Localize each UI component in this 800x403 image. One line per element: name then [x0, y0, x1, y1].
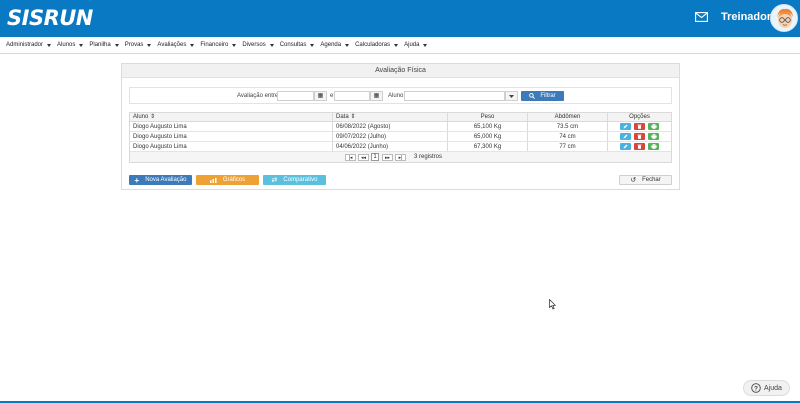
table-row: Diogo Augusto Lima 06/08/2022 (Agosto) 6… [130, 122, 671, 132]
caret-down-icon [114, 43, 119, 47]
column-header-data[interactable]: Data ⇕ [333, 113, 448, 121]
table-row: Diogo Augusto Lima 09/07/2022 (Julho) 65… [130, 132, 671, 142]
date-and-label: e [330, 93, 334, 99]
column-header-abdomen: Abdômen [528, 113, 608, 121]
charts-button[interactable]: Gráficos [196, 175, 259, 185]
edit-icon[interactable] [620, 123, 631, 130]
menu-calculadoras[interactable]: Calculadoras [355, 42, 399, 48]
student-label: Aluno [388, 93, 404, 99]
menu-ajuda[interactable]: Ajuda [404, 42, 428, 48]
menu-diversos[interactable]: Diversos [242, 42, 274, 48]
menu-administrador[interactable]: Administrador [6, 42, 52, 48]
cell-data: 09/07/2022 (Julho) [333, 132, 448, 141]
print-icon[interactable] [648, 143, 659, 150]
calendar-icon[interactable]: ▦ [370, 91, 383, 101]
user-name[interactable]: Treinador [721, 11, 771, 23]
print-icon[interactable] [648, 123, 659, 130]
caret-down-icon [190, 43, 195, 47]
menu-consultas[interactable]: Consultas [280, 42, 315, 48]
menu-provas[interactable]: Provas [125, 42, 152, 48]
main-menu: Administrador Alunos Planilha Provas Ava… [0, 37, 800, 54]
column-header-aluno[interactable]: Aluno ⇕ [130, 113, 333, 121]
sort-icon: ⇕ [350, 114, 356, 120]
last-page-icon[interactable]: ▸| [395, 153, 406, 161]
cell-peso: 65,100 Kg [448, 122, 528, 131]
page-title: Avaliação Física [122, 64, 679, 78]
sort-icon: ⇕ [150, 114, 156, 120]
logo-text: SISRUN [7, 6, 93, 30]
next-page-icon[interactable]: ▸▸ [382, 153, 393, 161]
trash-icon[interactable] [634, 133, 645, 140]
search-icon [529, 93, 536, 99]
filter-button[interactable]: Filtrar [521, 91, 564, 101]
menu-alunos[interactable]: Alunos [57, 42, 84, 48]
avatar[interactable] [770, 4, 798, 32]
calendar-icon[interactable]: ▦ [314, 91, 327, 101]
caret-down-icon [310, 43, 315, 47]
caret-down-icon [47, 43, 52, 47]
shuffle-icon: ⇄ [271, 177, 278, 184]
caret-down-icon [423, 43, 428, 47]
cell-opcoes [608, 132, 671, 141]
svg-text:?: ? [754, 385, 758, 392]
edit-icon[interactable] [620, 133, 631, 140]
first-page-icon[interactable]: |◂ [345, 153, 356, 161]
date-from-input[interactable] [277, 91, 314, 101]
cell-abdomen: 77 cm [528, 142, 608, 151]
top-bar: SISRUN Treinador [0, 0, 800, 37]
column-header-peso: Peso [448, 113, 528, 121]
menu-agenda[interactable]: Agenda [320, 42, 350, 48]
table-row: Diogo Augusto Lima 04/06/2022 (Junho) 67… [130, 142, 671, 152]
menu-planilha[interactable]: Planilha [89, 42, 119, 48]
cell-opcoes [608, 142, 671, 151]
mouse-cursor-icon [549, 299, 556, 310]
cell-opcoes [608, 122, 671, 131]
date-to-input[interactable] [334, 91, 370, 101]
table-header: Aluno ⇕ Data ⇕ Peso Abdômen Opções [130, 113, 671, 122]
prev-page-icon[interactable]: ◂◂ [358, 153, 369, 161]
column-header-opcoes: Opções [629, 113, 650, 120]
sisrun-logo[interactable]: SISRUN [7, 6, 93, 30]
caret-down-icon [345, 43, 350, 47]
cell-abdomen: 74 cm [528, 132, 608, 141]
undo-icon: ↺ [630, 177, 637, 184]
cell-abdomen: 73.5 cm [528, 122, 608, 131]
avaliacao-panel: Avaliação Física Avaliação entre ▦ e ▦ A… [121, 63, 680, 190]
cell-aluno: Diogo Augusto Lima [130, 122, 333, 131]
pagination: |◂ ◂◂ 1 ▸▸ ▸| 3 registros [130, 152, 671, 162]
record-count: 3 registros [414, 154, 443, 160]
cell-data: 04/06/2022 (Junho) [333, 142, 448, 151]
edit-icon[interactable] [620, 143, 631, 150]
menu-avaliacoes[interactable]: Avaliações [157, 42, 195, 48]
mail-icon[interactable] [695, 12, 708, 22]
caret-down-icon [79, 43, 84, 47]
trash-icon[interactable] [634, 123, 645, 130]
evaluations-table: Aluno ⇕ Data ⇕ Peso Abdômen Opções Diogo… [129, 112, 672, 163]
close-button[interactable]: ↺ Fechar [619, 175, 672, 185]
caret-down-icon [269, 43, 274, 47]
plus-icon: + [134, 175, 140, 185]
page-number[interactable]: 1 [371, 153, 379, 161]
chevron-down-icon[interactable] [505, 91, 518, 101]
cell-aluno: Diogo Augusto Lima [130, 132, 333, 141]
menu-financeiro[interactable]: Financeiro [200, 42, 237, 48]
compare-button[interactable]: ⇄ Comparativo [263, 175, 326, 185]
print-icon[interactable] [648, 133, 659, 140]
cell-peso: 65,000 Kg [448, 132, 528, 141]
caret-down-icon [232, 43, 237, 47]
cell-peso: 67,300 Kg [448, 142, 528, 151]
bar-chart-icon [209, 177, 217, 183]
caret-down-icon [394, 43, 399, 47]
cell-aluno: Diogo Augusto Lima [130, 142, 333, 151]
avatar-face-icon [771, 5, 797, 31]
caret-down-icon [147, 43, 152, 47]
cell-data: 06/08/2022 (Agosto) [333, 122, 448, 131]
help-button[interactable]: ? Ajuda [743, 380, 790, 396]
question-icon: ? [751, 383, 761, 393]
date-range-label: Avaliação entre [237, 93, 279, 99]
filter-bar: Avaliação entre ▦ e ▦ Aluno Filtrar [129, 87, 672, 104]
trash-icon[interactable] [634, 143, 645, 150]
student-select[interactable] [404, 91, 505, 101]
new-evaluation-button[interactable]: + Nova Avaliação [129, 175, 192, 185]
